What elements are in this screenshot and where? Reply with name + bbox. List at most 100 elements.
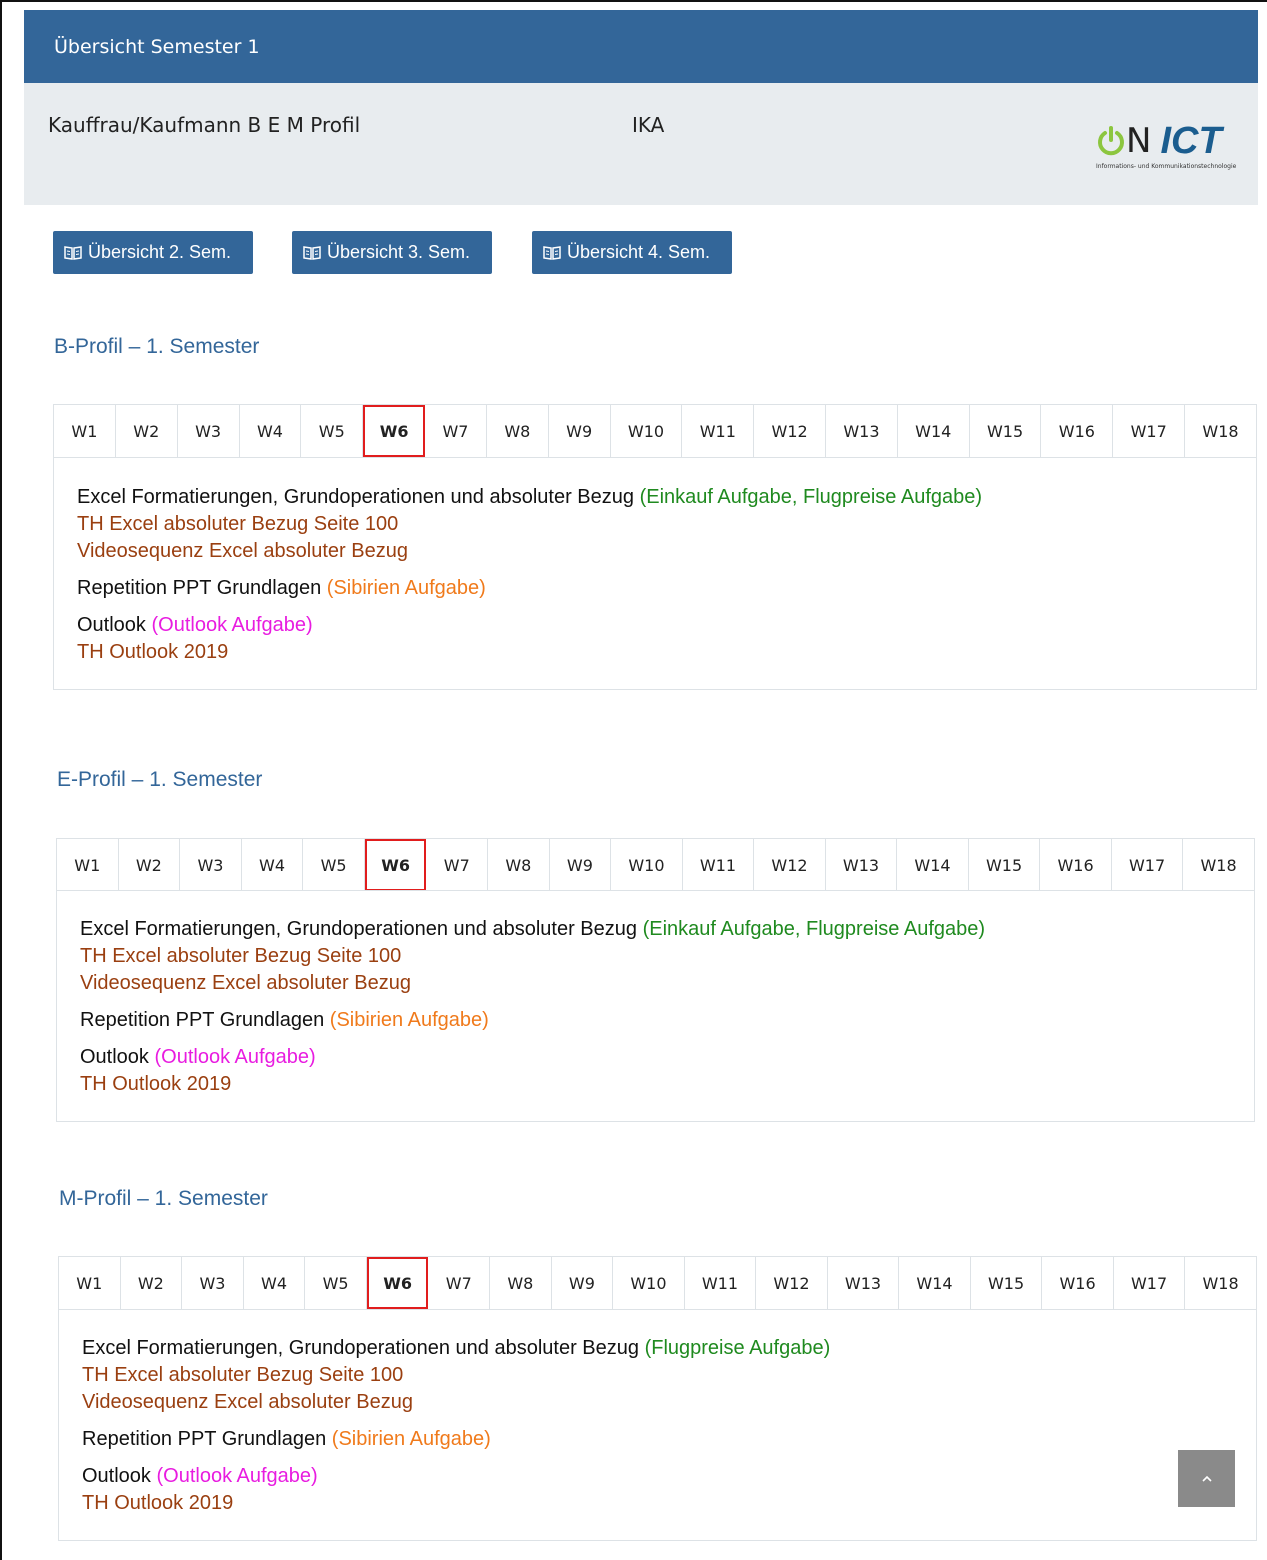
excel-block: Excel Formatierungen, Grundoperationen u…: [82, 1335, 1256, 1416]
outlook-task-link[interactable]: (Outlook Aufgabe): [157, 1465, 318, 1487]
tab-w5[interactable]: W5: [305, 1257, 367, 1309]
tab-w6[interactable]: W6: [366, 1257, 429, 1309]
ppt-task-link[interactable]: (Sibirien Aufgabe): [330, 1009, 489, 1031]
tab-w14[interactable]: W14: [898, 405, 970, 457]
tab-w14[interactable]: W14: [897, 839, 969, 891]
tab-w18[interactable]: W18: [1185, 1257, 1257, 1309]
tab-w1[interactable]: W1: [57, 839, 119, 891]
tab-w16[interactable]: W16: [1040, 839, 1112, 891]
tab-w15[interactable]: W15: [969, 839, 1041, 891]
outlook-topic: Outlook: [80, 1046, 149, 1068]
tab-w4[interactable]: W4: [240, 405, 302, 457]
tab-w12[interactable]: W12: [754, 405, 827, 457]
outlook-topic: Outlook: [77, 614, 146, 636]
tab-w9[interactable]: W9: [552, 1257, 614, 1309]
tab-w13[interactable]: W13: [826, 839, 898, 891]
ppt-task-link[interactable]: (Sibirien Aufgabe): [332, 1428, 491, 1450]
tab-w17[interactable]: W17: [1112, 839, 1184, 891]
tab-w2[interactable]: W2: [119, 839, 181, 891]
scroll-to-top-button[interactable]: [1178, 1450, 1235, 1507]
tab-w1[interactable]: W1: [59, 1257, 121, 1309]
outlook-th-link[interactable]: TH Outlook 2019: [82, 1490, 1256, 1517]
tab-w6[interactable]: W6: [363, 405, 426, 457]
ppt-task-link[interactable]: (Sibirien Aufgabe): [327, 577, 486, 599]
ppt-topic: Repetition PPT Grundlagen: [82, 1428, 327, 1450]
overview-sem3-button[interactable]: Übersicht 3. Sem.: [292, 231, 492, 274]
tab-w8[interactable]: W8: [490, 1257, 552, 1309]
tab-w5[interactable]: W5: [303, 839, 365, 891]
excel-video-link[interactable]: Videosequenz Excel absoluter Bezug: [80, 970, 1254, 997]
overview-sem4-button[interactable]: Übersicht 4. Sem.: [532, 231, 732, 274]
tab-w9[interactable]: W9: [549, 405, 611, 457]
tab-w3[interactable]: W3: [180, 839, 242, 891]
tab-w12[interactable]: W12: [756, 1257, 828, 1309]
tab-w7[interactable]: W7: [428, 1257, 491, 1309]
tab-w5[interactable]: W5: [301, 405, 364, 457]
tab-w10[interactable]: W10: [613, 1257, 685, 1309]
tab-w17[interactable]: W17: [1113, 405, 1186, 457]
tab-w10[interactable]: W10: [611, 405, 683, 457]
week-tabs: W1 W2 W3 W4 W5 W6 W7 W8 W9 W10 W11 W12 W13 W14 W15 W16 W…: [53, 404, 1257, 457]
tab-w11[interactable]: W11: [685, 1257, 757, 1309]
excel-tasks-link[interactable]: (Einkauf Aufgabe, Flugpreise Aufgabe): [643, 918, 985, 940]
excel-topic: Excel Formatierungen, Grundoperationen u…: [77, 486, 635, 508]
logo-letter-n: N: [1126, 121, 1151, 161]
section-title: E-Profil – 1. Semester: [57, 768, 263, 791]
tab-w10[interactable]: W10: [611, 839, 683, 891]
week-content-panel: Excel Formatierungen, Grundoperationen u…: [58, 1309, 1257, 1541]
overview-sem2-label: Übersicht 2. Sem.: [88, 242, 232, 262]
tab-w11[interactable]: W11: [682, 405, 755, 457]
outlook-task-link[interactable]: (Outlook Aufgabe): [152, 614, 313, 636]
tab-w16[interactable]: W16: [1042, 1257, 1114, 1309]
tab-w4[interactable]: W4: [244, 1257, 306, 1309]
tab-w13[interactable]: W13: [826, 405, 898, 457]
excel-tasks-link[interactable]: (Einkauf Aufgabe, Flugpreise Aufgabe): [640, 486, 982, 508]
tab-w8[interactable]: W8: [488, 839, 550, 891]
tab-w7[interactable]: W7: [425, 405, 487, 457]
excel-topic: Excel Formatierungen, Grundoperationen u…: [82, 1337, 640, 1359]
tab-w9[interactable]: W9: [550, 839, 612, 891]
outlook-th-link[interactable]: TH Outlook 2019: [77, 639, 1256, 666]
tab-w12[interactable]: W12: [754, 839, 826, 891]
tab-w16[interactable]: W16: [1041, 405, 1114, 457]
tab-w2[interactable]: W2: [121, 1257, 183, 1309]
tab-w4[interactable]: W4: [242, 839, 304, 891]
week-content-panel: Excel Formatierungen, Grundoperationen u…: [53, 457, 1257, 690]
overview-sem2-button[interactable]: Übersicht 2. Sem.: [53, 231, 253, 274]
excel-th-link[interactable]: TH Excel absoluter Bezug Seite 100: [82, 1362, 1256, 1389]
tab-w3[interactable]: W3: [182, 1257, 244, 1309]
tab-w17[interactable]: W17: [1114, 1257, 1186, 1309]
tab-w1[interactable]: W1: [54, 405, 116, 457]
ppt-block: Repetition PPT Grundlagen (Sibirien Aufg…: [77, 575, 1256, 602]
page-title-bar: Übersicht Semester 1: [24, 10, 1258, 83]
outlook-block: Outlook (Outlook Aufgabe) TH Outlook 201…: [77, 612, 1256, 666]
tab-w18[interactable]: W18: [1185, 405, 1257, 457]
week-content-panel: Excel Formatierungen, Grundoperationen u…: [56, 890, 1255, 1122]
tab-w6[interactable]: W6: [364, 839, 427, 891]
subject-name: IKA: [632, 113, 665, 137]
frame-border-top: [0, 0, 1267, 2]
excel-video-link[interactable]: Videosequenz Excel absoluter Bezug: [77, 538, 1256, 565]
excel-video-link[interactable]: Videosequenz Excel absoluter Bezug: [82, 1389, 1256, 1416]
excel-th-link[interactable]: TH Excel absoluter Bezug Seite 100: [80, 943, 1254, 970]
tab-w14[interactable]: W14: [899, 1257, 971, 1309]
tab-w11[interactable]: W11: [683, 839, 755, 891]
tab-w3[interactable]: W3: [178, 405, 240, 457]
chevron-up-icon: [1201, 1475, 1212, 1482]
outlook-th-link[interactable]: TH Outlook 2019: [80, 1071, 1254, 1098]
section-title: B-Profil – 1. Semester: [54, 335, 260, 358]
overview-sem3-label: Übersicht 3. Sem.: [327, 242, 471, 262]
program-name: Kauffrau/Kaufmann B E M Profil: [48, 113, 361, 137]
tab-w2[interactable]: W2: [116, 405, 178, 457]
excel-th-link[interactable]: TH Excel absoluter Bezug Seite 100: [77, 511, 1256, 538]
tab-w13[interactable]: W13: [828, 1257, 900, 1309]
outlook-block: Outlook (Outlook Aufgabe) TH Outlook 201…: [80, 1044, 1254, 1098]
tab-w7[interactable]: W7: [426, 839, 489, 891]
outlook-task-link[interactable]: (Outlook Aufgabe): [155, 1046, 316, 1068]
tab-w18[interactable]: W18: [1183, 839, 1255, 891]
excel-tasks-link[interactable]: (Flugpreise Aufgabe): [645, 1337, 831, 1359]
book-icon: [543, 245, 561, 260]
tab-w15[interactable]: W15: [971, 1257, 1043, 1309]
tab-w8[interactable]: W8: [487, 405, 549, 457]
tab-w15[interactable]: W15: [970, 405, 1042, 457]
